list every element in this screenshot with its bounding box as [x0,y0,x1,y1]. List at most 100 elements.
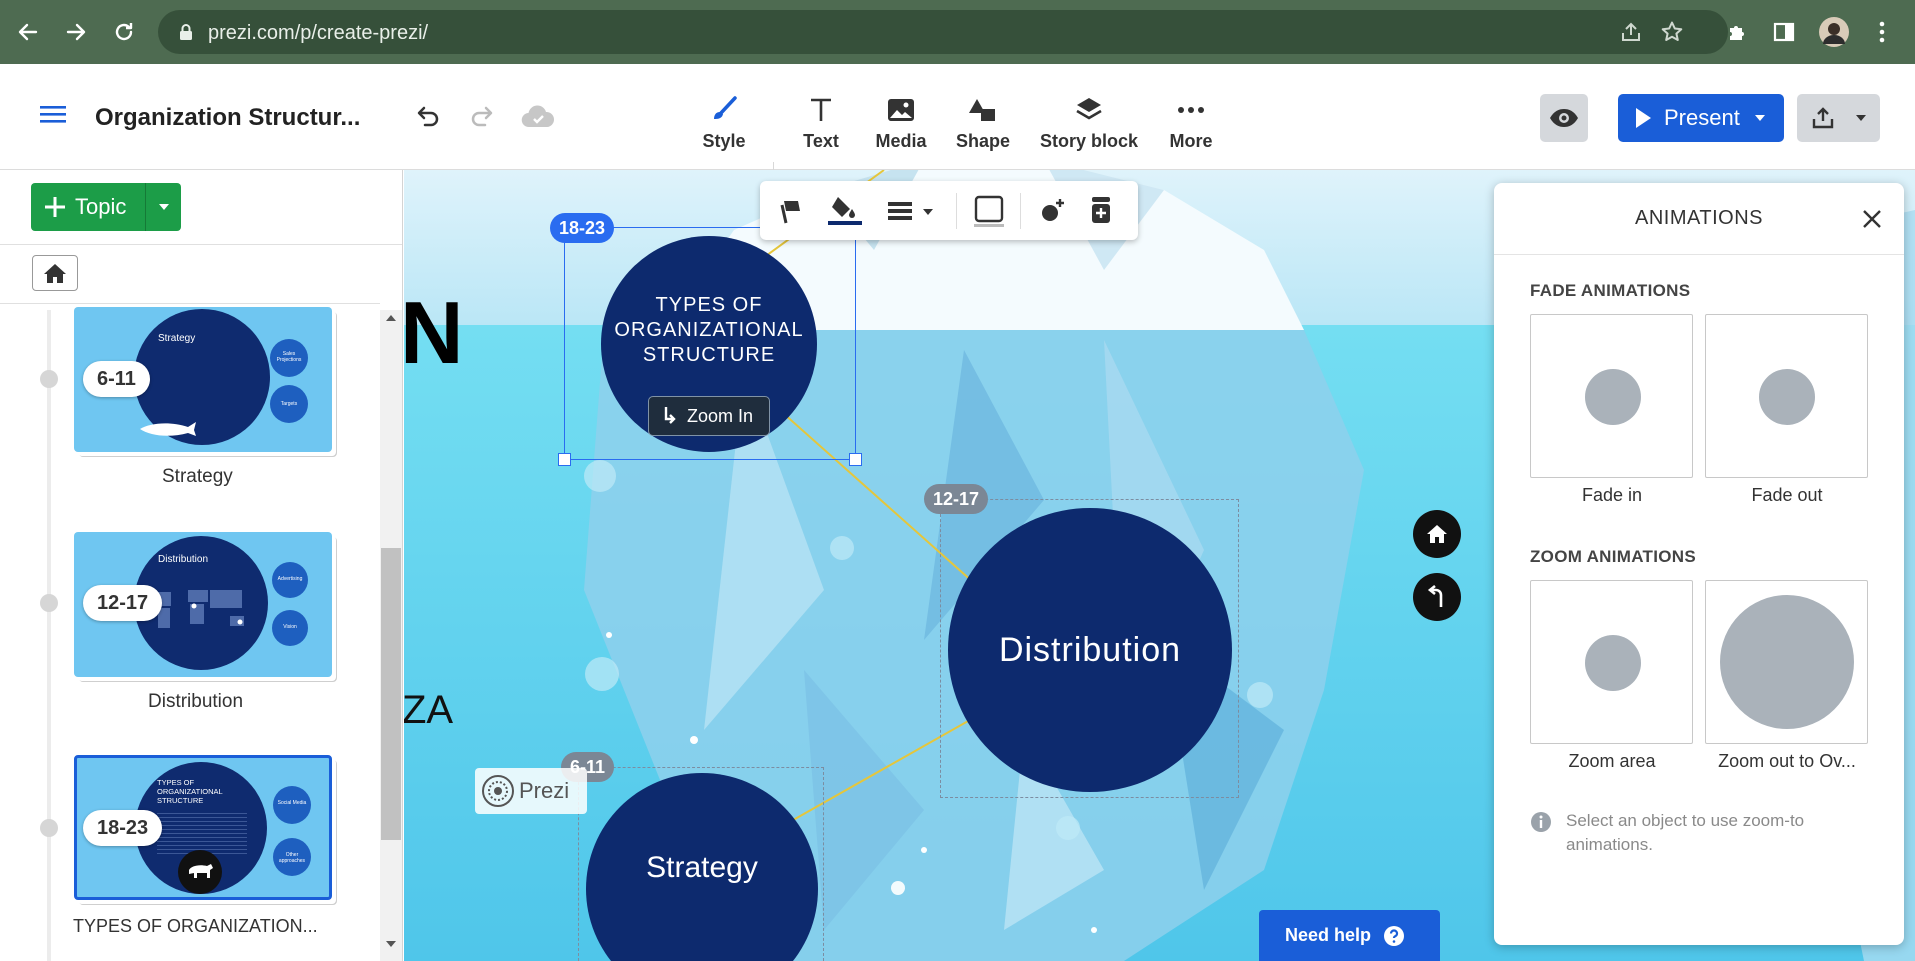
avatar-icon [1819,17,1849,47]
share-icon [1812,107,1834,129]
border-weight-icon[interactable] [888,201,912,221]
share-page-icon[interactable] [1620,21,1642,43]
media-tool[interactable]: Media [873,82,929,152]
image-icon [888,99,914,121]
scroll-down-icon[interactable] [385,940,397,948]
thumb-title: TYPES OF ORGANIZATIONAL STRUCTURE [157,778,223,805]
topic-distribution[interactable]: Distribution [948,508,1232,792]
more-tool[interactable]: More [1168,82,1214,152]
undo-button[interactable] [412,102,442,132]
side-panel-icon [1773,22,1795,42]
close-icon[interactable] [1862,209,1882,229]
topic-badge: 18-23 [550,213,615,243]
address-bar[interactable]: prezi.com/p/create-prezi/ [158,10,1728,54]
overview-home-button[interactable] [32,255,78,291]
home-icon [1427,525,1447,543]
section-title: ZOOM ANIMATIONS [1530,547,1696,566]
scrollbar-thumb[interactable] [381,548,401,840]
animations-panel: ANIMATIONS FADE ANIMATIONS Fade in Fade … [1494,183,1904,945]
toolbar-divider [956,193,957,229]
arrow-left-icon [18,23,38,41]
option-label: Zoom area [1568,751,1656,771]
border-style-icon[interactable] [974,195,1004,227]
undo-icon [417,106,439,127]
back-button[interactable] [8,12,48,52]
zoom-out-overview-option[interactable] [1705,580,1868,744]
thumb-subtopic-label: Targets [280,401,298,407]
story-block-tool[interactable]: Story block [1038,82,1140,152]
slide-number-badge: 18-23 [83,810,163,846]
zoom-area-option[interactable] [1530,580,1693,744]
reload-button[interactable] [104,12,144,52]
slide-number-badge: 6-11 [83,361,150,397]
format-painter-icon[interactable] [778,197,804,225]
resize-handle[interactable] [849,453,862,466]
extensions-button[interactable] [1722,16,1754,48]
layer-order-icon[interactable] [1090,195,1112,225]
thumb-subtopic-label: Other approaches [278,852,306,864]
preview-dot [1759,369,1815,425]
chevron-down-icon[interactable] [922,208,934,216]
context-toolbar [760,181,1138,240]
thumb-subtopic-label: Sales Projections [276,351,302,363]
thumb-body-text-lines [157,810,247,854]
style-tool[interactable]: Style [698,82,750,152]
browser-toolbar: prezi.com/p/create-prezi/ [0,0,1915,64]
preview-button[interactable] [1540,94,1588,142]
main-menu-button[interactable] [40,104,66,124]
scroll-up-icon[interactable] [385,314,397,322]
divider [0,303,380,304]
slide-caption: Strategy [162,466,233,487]
play-icon [1636,108,1651,128]
bookmark-star-icon[interactable] [1660,20,1684,44]
chevron-down-icon[interactable] [1754,114,1766,122]
app-header: Organization Structur... Style Text Medi… [0,64,1915,202]
panel-title: ANIMATIONS [1635,207,1763,229]
arrow-right-icon [66,23,86,41]
browser-menu-button[interactable] [1866,16,1898,48]
section-title: FADE ANIMATIONS [1530,281,1691,300]
question-icon [1384,925,1405,946]
shape-icon [969,99,995,121]
present-button[interactable]: Present [1618,94,1784,142]
canvas-home-button[interactable] [1413,510,1461,558]
preview-dot [1585,369,1641,425]
fade-out-option[interactable] [1705,314,1868,478]
cloud-sync-status [520,104,556,130]
add-topic-button[interactable]: Topic [31,183,181,231]
need-help-button[interactable]: Need help [1259,910,1440,961]
canvas-zoom-out-button[interactable] [1413,573,1461,621]
fill-color-icon[interactable] [828,193,862,227]
shape-tool[interactable]: Shape [955,82,1011,152]
text-tool[interactable]: Text [799,82,843,152]
eye-icon [1550,109,1578,127]
prezi-logo-icon [482,775,514,807]
reload-icon [115,23,133,41]
text-icon [811,98,831,121]
share-button[interactable] [1797,94,1880,142]
chevron-down-icon[interactable] [1855,114,1867,122]
chevron-down-icon[interactable] [158,203,170,211]
forward-button[interactable] [56,12,96,52]
thumb-title: Strategy [158,333,196,344]
document-title[interactable]: Organization Structur... [95,104,360,132]
prezi-logo: Prezi [475,768,587,814]
animation-effects-icon[interactable] [1040,197,1066,223]
cloud-icon [521,105,555,128]
url-text: prezi.com/p/create-prezi/ [208,22,429,44]
option-label: Zoom out to Ov... [1718,751,1856,771]
divider [1494,254,1904,255]
plus-icon [45,197,65,217]
zoom-in-button[interactable]: Zoom In [648,396,770,436]
brush-icon [714,96,737,119]
resize-handle[interactable] [558,453,571,466]
fade-in-option[interactable] [1530,314,1693,478]
button-divider [145,183,146,231]
profile-avatar[interactable] [1818,16,1850,48]
side-panel-button[interactable] [1768,16,1800,48]
timeline-dot [40,594,58,612]
puzzle-icon [1730,26,1744,40]
redo-button[interactable] [468,102,498,132]
topic-badge: 12-17 [924,484,989,514]
sidebar: Topic Strategy Sales Projections Targets… [0,170,403,961]
